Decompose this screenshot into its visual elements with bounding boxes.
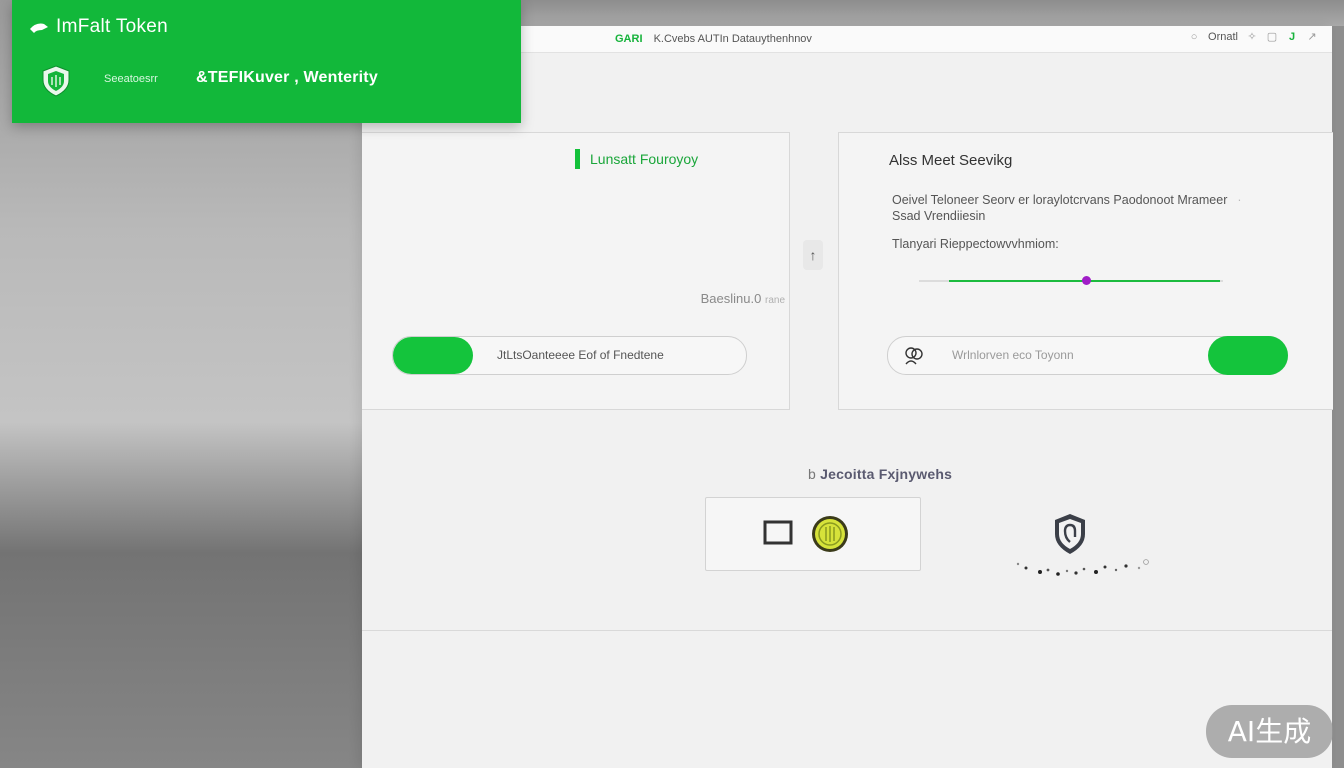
left-card-note-small: rane bbox=[764, 295, 785, 306]
menu-icon[interactable]: ↗ bbox=[1306, 31, 1318, 43]
main-window: GARI K.Cvebs AUTIn Datauythenhnov ○ Orna… bbox=[362, 26, 1333, 768]
people-icon bbox=[905, 347, 923, 365]
back-arrow-icon[interactable] bbox=[28, 21, 50, 35]
right-card-subtitle: Tlanyari Rieppectowvvhmiom: bbox=[892, 237, 1059, 251]
right-card-title: Alss Meet Seevikg bbox=[889, 152, 1013, 169]
copy-icon[interactable]: ▢ bbox=[1266, 31, 1278, 43]
left-card-heading: Lunsatt Fouroyoy bbox=[575, 149, 698, 169]
section-label-text: Jecoitta Fxjnywehs bbox=[820, 466, 953, 482]
right-input-row[interactable]: Wrlnlorven eco Toyonn bbox=[887, 336, 1288, 375]
left-card: Lunsatt Fouroyoy Baeslinu.0 rane JtLtsOa… bbox=[362, 132, 790, 410]
left-green-button[interactable] bbox=[393, 337, 473, 374]
title-text: K.Cvebs AUTIn Datauythenhnov bbox=[653, 33, 812, 45]
app-title: ImFalt Token bbox=[56, 16, 169, 37]
section-label: b Jecoitta Fxjnywehs bbox=[808, 466, 952, 482]
token-box[interactable] bbox=[705, 497, 921, 571]
circle-icon[interactable]: ○ bbox=[1188, 31, 1200, 43]
window-title: GARI K.Cvebs AUTIn Datauythenhnov bbox=[615, 33, 812, 45]
app-header-overlay: ImFalt Token Seeatoesrr &TEFIKuver , Wen… bbox=[12, 0, 521, 123]
extension-icon[interactable]: J bbox=[1286, 31, 1298, 43]
coin-icon bbox=[812, 516, 848, 552]
left-action-label: JtLtsOanteeee Eof of Fnedtene bbox=[497, 348, 664, 362]
header-big-label: &TEFIKuver , Wenterity bbox=[196, 69, 378, 86]
sparkle-icon[interactable]: ✧ bbox=[1246, 31, 1258, 43]
right-input-placeholder: Wrlnlorven eco Toyonn bbox=[952, 348, 1074, 362]
scatter-dots-decoration bbox=[1016, 559, 1149, 576]
right-card-description: Oeivel Teloneer Seorv er loraylotcrvans … bbox=[892, 193, 1242, 223]
shield-icon bbox=[42, 65, 70, 97]
left-card-note-text: Baeslinu.0 bbox=[700, 291, 762, 306]
header-small-label: Seeatoesrr bbox=[104, 73, 158, 85]
left-card-heading-text: Lunsatt Fouroyoy bbox=[590, 151, 699, 167]
square-icon bbox=[763, 520, 793, 545]
titlebar-controls: ○ Ornatl ✧ ▢ J ↗ bbox=[1188, 31, 1318, 43]
arrow-up-icon[interactable]: ↑ bbox=[803, 240, 823, 270]
section-label-prefix: b bbox=[808, 466, 816, 482]
right-card: Alss Meet Seevikg Oeivel Teloneer Seorv … bbox=[838, 132, 1333, 410]
titlebar-right-label[interactable]: Ornatl bbox=[1208, 31, 1238, 43]
left-action-row[interactable]: JtLtsOanteeee Eof of Fnedtene bbox=[392, 336, 747, 375]
slider-thumb[interactable] bbox=[1082, 276, 1092, 285]
heading-accent-bar bbox=[575, 149, 580, 169]
section-divider bbox=[362, 630, 1332, 631]
left-card-note: Baeslinu.0 rane bbox=[701, 291, 785, 306]
desc-line-2: Ssad Vrendiiesin bbox=[892, 209, 986, 223]
title-brand: GARI bbox=[615, 33, 643, 45]
security-shield-icon bbox=[1055, 514, 1085, 554]
ai-generated-watermark: AI生成 bbox=[1206, 705, 1333, 758]
desc-line-1: Oeivel Teloneer Seorv er loraylotcrvans … bbox=[892, 193, 1228, 207]
right-green-button[interactable] bbox=[1208, 336, 1288, 375]
slider[interactable] bbox=[919, 276, 1223, 285]
